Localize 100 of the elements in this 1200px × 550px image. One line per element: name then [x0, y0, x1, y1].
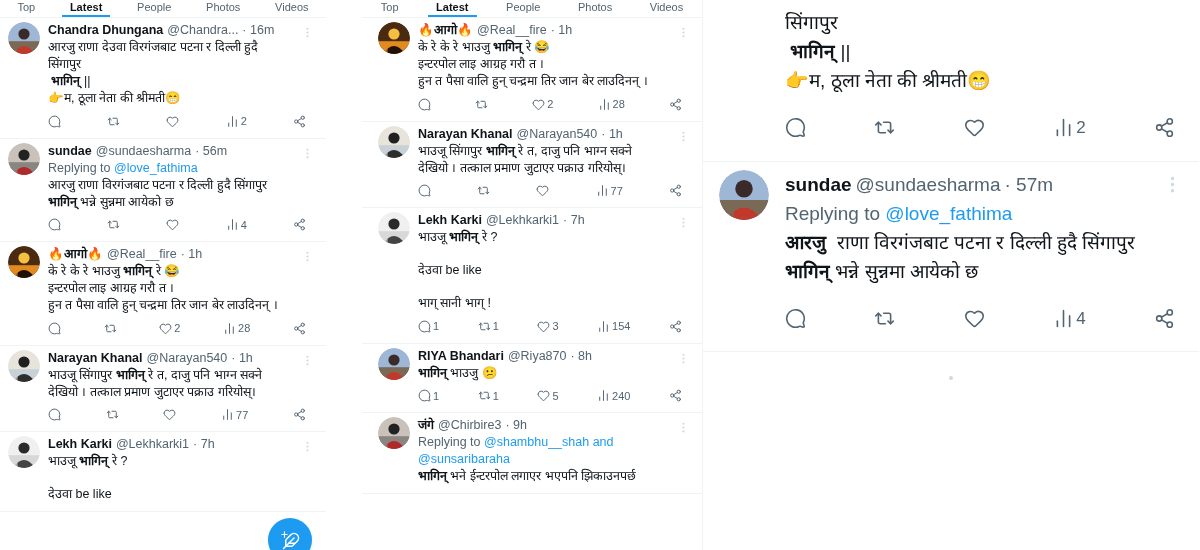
tab[interactable]: Latest: [428, 0, 477, 17]
author-name[interactable]: sundae: [785, 169, 852, 199]
post-text: इन्टरपोल लाइ आग्रह गरौ त ।: [48, 280, 175, 297]
tab[interactable]: Latest: [61, 0, 111, 17]
post-text: भागिन् ||: [50, 73, 91, 90]
reply-icon[interactable]: [48, 114, 61, 128]
views-icon[interactable]: [597, 389, 611, 403]
reply-icon[interactable]: [418, 184, 431, 198]
share-icon[interactable]: [1153, 307, 1175, 329]
share-icon[interactable]: [293, 408, 306, 422]
post-text: आरजु राणा विरगंजबाट पटना र दिल्ली हुदै सिंगापुर: [785, 230, 1136, 257]
reply-icon[interactable]: [48, 218, 61, 232]
author-name[interactable]: Chandra Dhungana: [48, 22, 164, 39]
author-name[interactable]: जंगे: [418, 417, 434, 434]
share-icon[interactable]: [669, 389, 682, 403]
post-text: भाउजू सिंगापुर भागिन् रे त, दाजु पनि भाग्न सक्ने: [418, 142, 633, 160]
author-handle: @Lekhkarki1: [115, 436, 190, 453]
post-text: भाउजू भागिन् रे ?: [48, 453, 128, 470]
like-icon[interactable]: [537, 319, 551, 333]
post-time: · 1h: [180, 246, 203, 263]
count: 3: [552, 319, 559, 334]
post-text: भागिन् ||: [789, 39, 851, 65]
count: 2: [240, 114, 247, 129]
like-icon[interactable]: [537, 389, 551, 403]
tab[interactable]: Videos: [641, 0, 692, 17]
count: 2: [547, 97, 554, 112]
tab[interactable]: Photos: [569, 0, 621, 17]
author-handle: @sundaesharma: [855, 172, 1001, 197]
post-text: हुन त पैसा वालि हुन् चन्द्रमा तिर जान बेर लाउदिनन् ।: [48, 297, 278, 314]
tab[interactable]: Top: [9, 0, 44, 17]
reply-icon[interactable]: [785, 307, 806, 329]
post-time: · 7h: [563, 212, 585, 229]
author-name[interactable]: sundae: [48, 142, 92, 160]
views-icon[interactable]: [221, 408, 235, 422]
like-icon[interactable]: [166, 114, 180, 128]
count: 1: [433, 319, 440, 334]
like-icon[interactable]: [166, 218, 180, 232]
author-handle: @sundaesharma: [95, 142, 192, 160]
reply-icon[interactable]: [418, 389, 431, 403]
views-icon[interactable]: [597, 319, 611, 333]
tab[interactable]: People: [498, 0, 549, 17]
count: 77: [610, 183, 623, 199]
share-icon[interactable]: [669, 97, 682, 111]
compose-icon: [280, 530, 300, 550]
like-icon[interactable]: [163, 408, 177, 422]
author-name[interactable]: Narayan Khanal: [48, 349, 143, 367]
views-icon[interactable]: [225, 114, 239, 128]
author-handle: @Riya870: [507, 347, 567, 365]
post-time: · 8h: [570, 347, 592, 365]
post-time: · 9h: [505, 417, 527, 434]
post-text: भागिन् भन्ने सुन्नमा आयेको छ: [785, 259, 979, 285]
compose-button[interactable]: [268, 518, 312, 550]
post-text: भाउजू सिंगापुर भागिन् रे त, दाजु पनि भाग्न सक्ने: [48, 366, 263, 384]
tab[interactable]: People: [129, 0, 180, 17]
author-handle: @Narayan540: [146, 349, 228, 367]
reply-icon[interactable]: [418, 97, 431, 111]
reply-icon[interactable]: [785, 117, 806, 139]
author-handle: @Real__fire: [107, 246, 177, 263]
reply-icon[interactable]: [48, 408, 61, 422]
count: 28: [612, 97, 625, 112]
tab[interactable]: Photos: [198, 0, 249, 17]
post-text: भागिन् भाउजु 😕: [418, 364, 498, 382]
views-icon[interactable]: [595, 184, 609, 198]
share-icon[interactable]: [293, 114, 306, 128]
count: 1: [433, 388, 440, 404]
replying-label: Replying to: [418, 435, 481, 449]
post-text: आरजु राणा देउवा विरगंजबाट पटना र दिल्ली हुदै: [48, 39, 259, 56]
reply-icon[interactable]: [48, 321, 61, 335]
author-handle: @Lekhkarki1: [485, 212, 560, 229]
post-text: इन्टरपोल लाइ आग्रह गरौ त ।: [418, 56, 545, 73]
post-text: देउवा be like: [418, 262, 482, 279]
share-icon[interactable]: [1153, 117, 1175, 139]
post-text: हुन त पैसा वालि हुन् चन्द्रमा तिर जान बेर लाउदिनन् ।: [418, 73, 648, 90]
like-icon[interactable]: [536, 184, 550, 198]
post-text: भागिन् भने ईन्टरपोल लगाएर भएपनि झिकाउनपर्छ: [418, 468, 637, 485]
count: 77: [236, 407, 249, 423]
post-time: · 1h: [550, 22, 573, 39]
like-icon[interactable]: [963, 117, 985, 139]
reply-icon[interactable]: [418, 319, 431, 333]
tab[interactable]: Top: [372, 0, 407, 17]
tab[interactable]: Videos: [267, 0, 317, 17]
like-icon[interactable]: [159, 321, 173, 335]
views-icon[interactable]: [223, 321, 237, 335]
views-icon[interactable]: [597, 97, 611, 111]
views-icon[interactable]: [225, 218, 239, 232]
post-text: 👉म, ठूला नेता की श्रीमती😁: [48, 90, 182, 107]
post-text: आरजु राणा विरगंजबाट पटना र दिल्ली हुदै सिंगापुर: [48, 176, 268, 194]
share-icon[interactable]: [293, 321, 306, 335]
share-icon[interactable]: [669, 319, 682, 333]
share-icon[interactable]: [293, 218, 306, 232]
post-text: 👉म, ठूला नेता की श्रीमती😁: [785, 69, 992, 94]
post-text: देखियो । तत्काल प्रमाण जुटाएर पक्राउ गरियोस्।: [48, 383, 256, 401]
author-handle: @Narayan540: [516, 125, 598, 143]
like-icon[interactable]: [532, 97, 546, 111]
share-icon[interactable]: [669, 184, 682, 198]
author-name[interactable]: Lekh Karki: [418, 212, 482, 229]
author-name[interactable]: Narayan Khanal: [418, 125, 513, 143]
count: 2: [174, 321, 181, 336]
author-name[interactable]: Lekh Karki: [48, 436, 112, 453]
author-name[interactable]: RIYA Bhandari: [418, 347, 504, 365]
